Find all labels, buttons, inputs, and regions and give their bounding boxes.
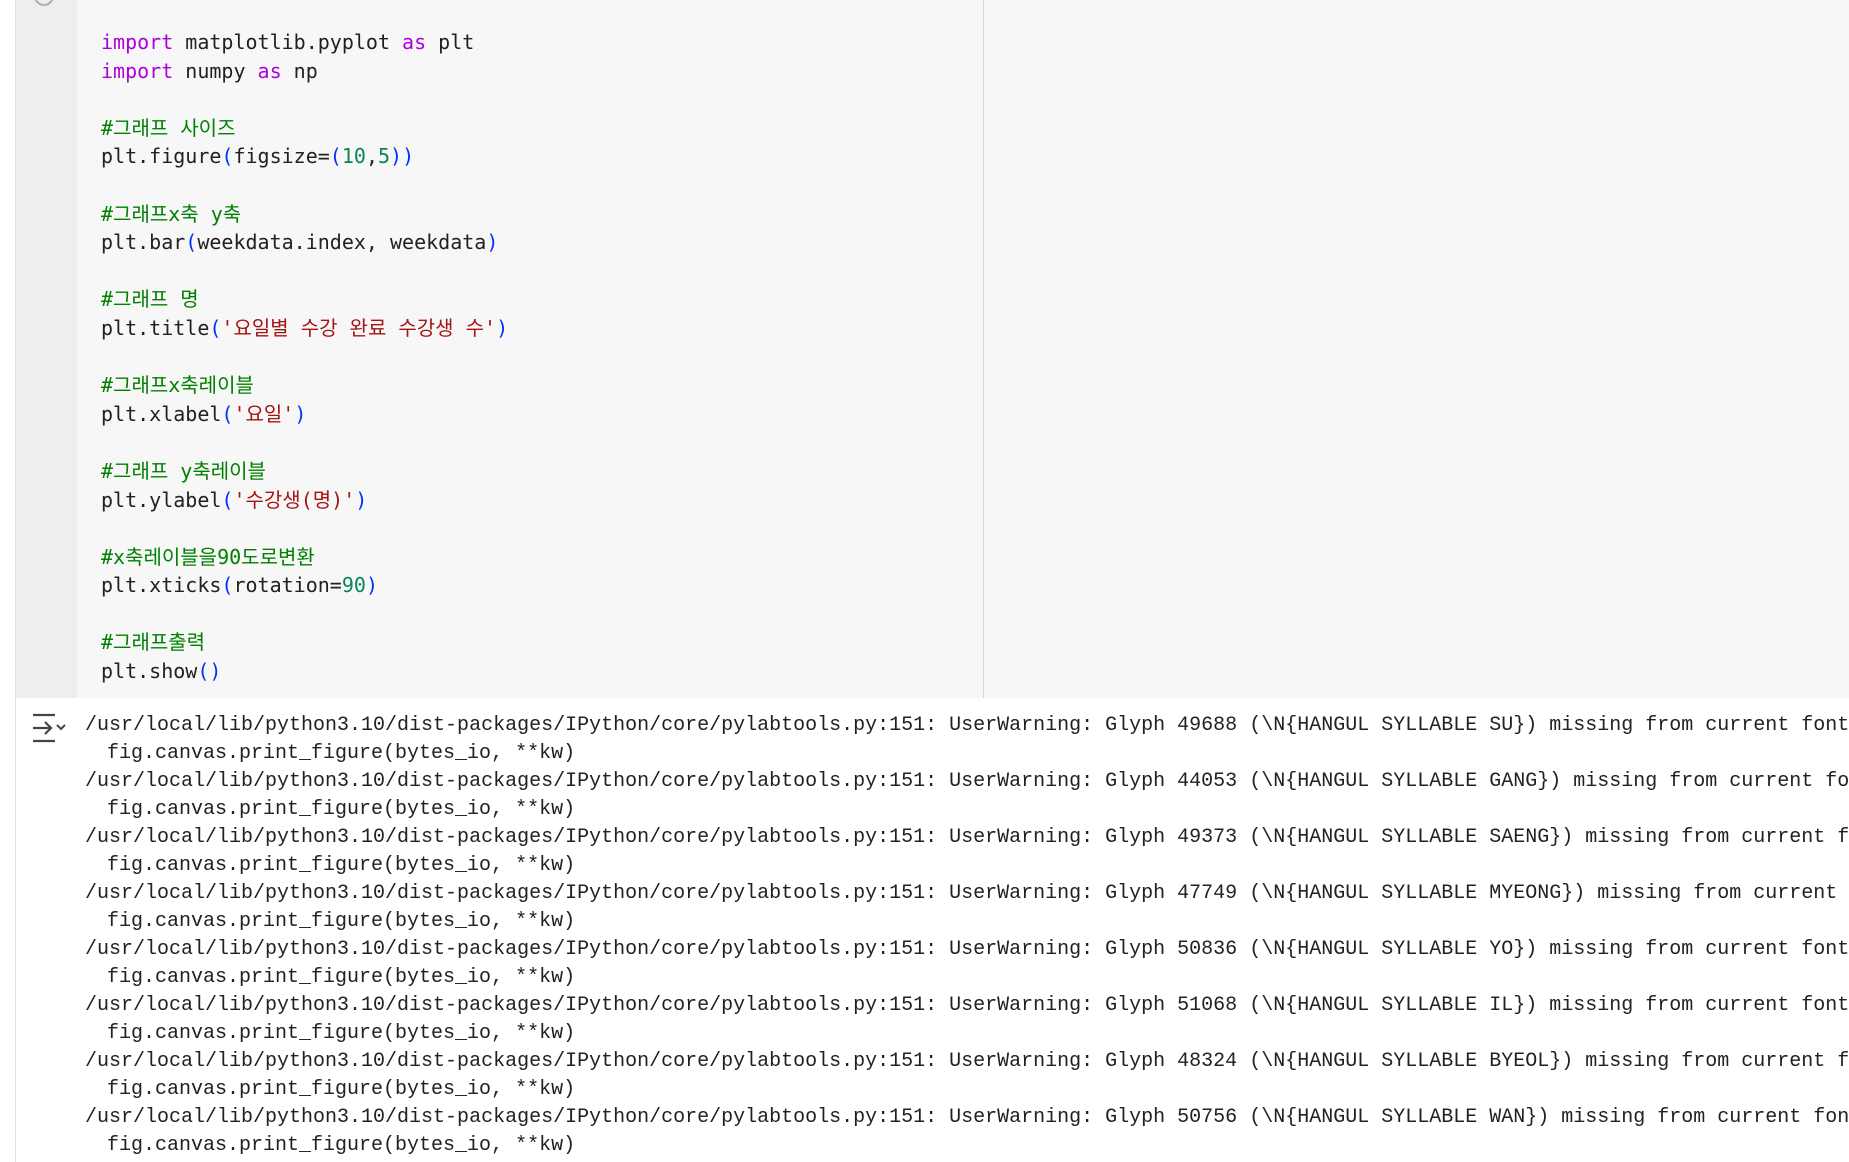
code-line[interactable]: #그래프 명: [101, 285, 508, 314]
code-token: plt.title: [101, 315, 210, 340]
cell-output: /usr/local/lib/python3.10/dist-packages/…: [16, 698, 1849, 1162]
code-line[interactable]: import numpy as np: [101, 57, 508, 86]
code-line[interactable]: [101, 428, 508, 457]
code-token: ): [496, 315, 509, 340]
output-line: /usr/local/lib/python3.10/dist-packages/…: [85, 714, 1849, 737]
code-token: figsize=: [233, 144, 330, 169]
code-token: weekdata.index, weekdata: [197, 230, 487, 255]
code-token: ,: [365, 144, 378, 169]
output-line: fig.canvas.print_figure(bytes_io, **kw): [107, 966, 576, 989]
code-token: '요일별 수강 완료 수강생 수': [221, 315, 497, 340]
output-line: /usr/local/lib/python3.10/dist-packages/…: [85, 826, 1849, 849]
code-token: (: [221, 573, 234, 598]
code-token: matplotlib.pyplot: [173, 30, 403, 54]
code-line[interactable]: [101, 171, 508, 200]
code-token: plt.show: [101, 659, 198, 684]
code-token: import: [101, 30, 174, 54]
code-line[interactable]: [101, 85, 508, 114]
code-line[interactable]: plt.xticks(rotation=90): [101, 571, 508, 600]
code-content[interactable]: import matplotlib.pyplot as plt import nu…: [101, 28, 508, 686]
code-line[interactable]: #그래프 사이즈: [101, 114, 508, 143]
code-token: #그래프 명: [101, 287, 199, 312]
output-toggle-icon[interactable]: [30, 712, 66, 744]
output-line: /usr/local/lib/python3.10/dist-packages/…: [85, 994, 1849, 1017]
code-token: 10: [341, 144, 366, 169]
code-token: (: [221, 144, 234, 169]
cell-gutter: [16, 0, 77, 698]
code-token: plt.ylabel: [101, 487, 222, 512]
run-cell-button[interactable]: [34, 0, 54, 6]
output-line: /usr/local/lib/python3.10/dist-packages/…: [85, 770, 1849, 793]
code-token: as: [257, 58, 282, 83]
output-line: /usr/local/lib/python3.10/dist-packages/…: [85, 882, 1849, 905]
code-token: )): [390, 144, 415, 169]
code-line[interactable]: #그래프출력: [101, 628, 508, 657]
code-token: #그래프 사이즈: [101, 115, 236, 140]
output-line: fig.canvas.print_figure(bytes_io, **kw): [107, 910, 576, 933]
code-line[interactable]: #그래프x축레이블: [101, 371, 508, 400]
code-token: '요일': [233, 401, 295, 426]
output-line: /usr/local/lib/python3.10/dist-packages/…: [85, 938, 1849, 961]
code-line[interactable]: plt.xlabel('요일'): [101, 400, 508, 429]
code-token: 90: [341, 573, 366, 598]
output-stderr-text: /usr/local/lib/python3.10/dist-packages/…: [85, 712, 1849, 1160]
code-cell[interactable]: import matplotlib.pyplot as plt import nu…: [16, 0, 1849, 698]
code-token: (): [197, 659, 222, 684]
code-token: np: [281, 58, 318, 83]
code-token: ): [294, 401, 307, 426]
code-line[interactable]: [101, 343, 508, 372]
code-token: (: [329, 144, 342, 169]
line-length-ruler: [983, 0, 984, 698]
output-line: fig.canvas.print_figure(bytes_io, **kw): [107, 798, 576, 821]
code-token: ): [486, 230, 499, 255]
code-line[interactable]: #그래프 y축레이블: [101, 457, 508, 486]
output-line: /usr/local/lib/python3.10/dist-packages/…: [85, 1050, 1849, 1073]
code-line[interactable]: [101, 600, 508, 629]
code-token: ): [355, 487, 368, 512]
code-token: #그래프x축 y축: [101, 201, 242, 226]
code-token: (: [209, 315, 222, 340]
code-token: rotation=: [233, 573, 342, 598]
code-line[interactable]: [101, 514, 508, 543]
code-token: plt: [426, 30, 475, 54]
code-token: #x축레이블을90도로변환: [101, 544, 315, 569]
code-token: (: [221, 487, 234, 512]
output-line: fig.canvas.print_figure(bytes_io, **kw): [107, 742, 576, 765]
code-token: plt.xticks: [101, 573, 222, 598]
code-line[interactable]: #x축레이블을90도로변환: [101, 543, 508, 572]
code-token: as: [402, 30, 427, 54]
code-line[interactable]: plt.show(): [101, 657, 508, 686]
code-line[interactable]: import matplotlib.pyplot as plt: [101, 28, 508, 57]
output-line: fig.canvas.print_figure(bytes_io, **kw): [107, 854, 576, 877]
code-token: (: [221, 401, 234, 426]
code-token: plt.xlabel: [101, 401, 222, 426]
code-line[interactable]: #그래프x축 y축: [101, 200, 508, 229]
code-token: import: [101, 58, 174, 83]
notebook-left-margin: [0, 0, 16, 1162]
output-line: fig.canvas.print_figure(bytes_io, **kw): [107, 1022, 576, 1045]
output-line: fig.canvas.print_figure(bytes_io, **kw): [107, 1078, 576, 1101]
code-line[interactable]: [101, 257, 508, 286]
code-line[interactable]: plt.ylabel('수강생(명)'): [101, 486, 508, 515]
code-line[interactable]: plt.bar(weekdata.index, weekdata): [101, 228, 508, 257]
code-token: #그래프출력: [101, 630, 206, 655]
output-line: /usr/local/lib/python3.10/dist-packages/…: [85, 1106, 1849, 1129]
code-line[interactable]: plt.figure(figsize=(10,5)): [101, 142, 508, 171]
code-token: plt.bar: [101, 230, 186, 255]
code-token: numpy: [173, 58, 258, 83]
output-line: fig.canvas.print_figure(bytes_io, **kw): [107, 1134, 576, 1157]
code-token: 5: [377, 144, 391, 169]
code-line[interactable]: plt.title('요일별 수강 완료 수강생 수'): [101, 314, 508, 343]
code-token: plt.figure: [101, 144, 222, 169]
code-token: ): [365, 573, 378, 598]
code-token: #그래프x축레이블: [101, 373, 254, 398]
code-token: #그래프 y축레이블: [101, 458, 266, 483]
code-token: '수강생(명)': [233, 487, 356, 512]
code-token: (: [185, 230, 198, 255]
